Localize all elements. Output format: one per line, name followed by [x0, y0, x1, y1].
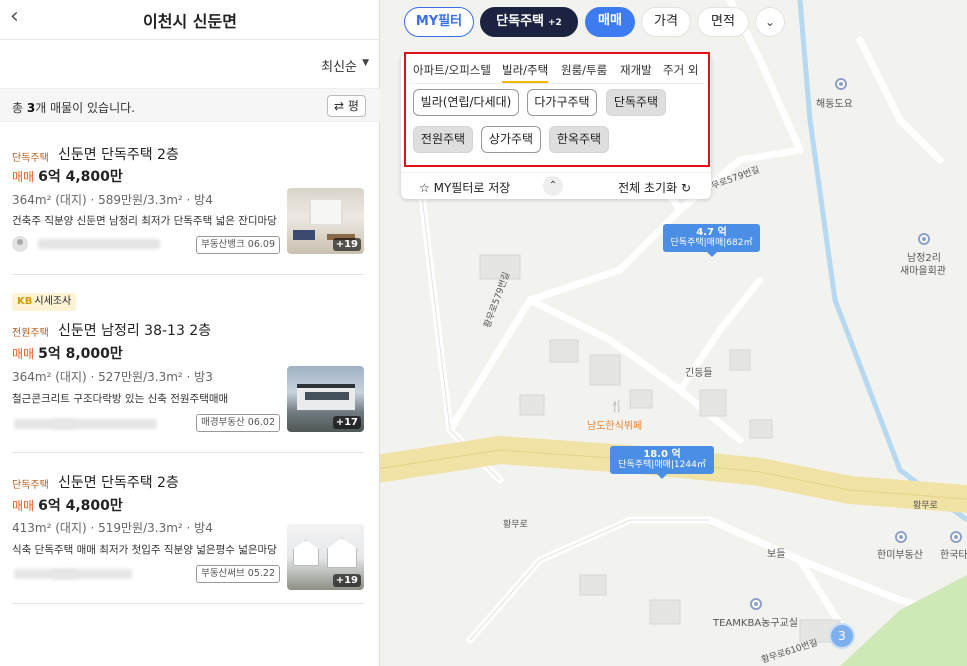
kb-badge: KB 시세조사 [12, 293, 77, 311]
reset-filters-button[interactable]: 전체 초기화 ↻ [618, 179, 691, 196]
tab-divider [409, 83, 705, 84]
poi-marker-icon[interactable] [950, 531, 962, 543]
map-label: 보들 [767, 549, 786, 560]
swap-icon: ⇄ [334, 99, 345, 113]
tab-non-residential[interactable]: 주거 외 [663, 62, 698, 78]
price-pin[interactable]: 4.7 억 단독주택|매매|682㎡ [663, 224, 760, 257]
listing-description: 건축주 직분양 신둔면 남정리 최저가 단독주택 넓은 잔디마당 [12, 215, 277, 227]
photo-count: +19 [332, 574, 361, 587]
tab-oneroom[interactable]: 원룸/투룸 [561, 62, 607, 78]
poi-marker-icon[interactable] [750, 598, 762, 610]
deal-type-chip[interactable]: 매매 [585, 7, 635, 37]
my-filter-button[interactable]: MY필터 [404, 7, 474, 37]
map-label: 황무로 [913, 501, 938, 511]
listing-price: 매매 5억 8,000만 [12, 346, 123, 362]
listing-spec: 364m² (대지) · 527만원/3.3m² · 방3 [12, 370, 213, 384]
page-title: 이천시 신둔면 [143, 12, 237, 31]
property-type-tag: 단독주택 [12, 480, 49, 491]
map-label: TEAMKBA농구교실 [713, 618, 798, 629]
map-label: 해동도요 [816, 99, 853, 110]
listing-card[interactable]: 단독주택 신둔면 단독주택 2층 매매 6억 4,800만 364m² (대지) … [12, 140, 367, 265]
agent-avatar [12, 236, 28, 252]
listing-price: 매매 6억 4,800만 [12, 169, 123, 185]
listing-count: 3 [26, 101, 36, 115]
option-country-house[interactable]: 전원주택 [413, 126, 473, 153]
cluster-marker[interactable]: 3 [829, 623, 855, 649]
property-type-tag: 단독주택 [12, 153, 49, 164]
restaurant-icon[interactable]: 🍴 [610, 400, 624, 413]
save-my-filter-button[interactable]: ☆ MY필터로 저장 [419, 179, 510, 196]
chevron-down-icon[interactable]: ⌄ [755, 7, 785, 37]
map-label: 새마을회관 [900, 266, 946, 277]
listing-photo[interactable]: +19 [287, 524, 364, 590]
listing-photo[interactable]: +19 [287, 188, 364, 254]
property-type-tag: 전원주택 [12, 328, 49, 339]
refresh-icon: ↻ [680, 181, 691, 195]
option-multi-family[interactable]: 다가구주택 [527, 89, 597, 116]
agent-badge: 매경부동산 06.02 [196, 414, 280, 432]
listing-price: 매매 6억 4,800만 [12, 498, 123, 514]
property-type-chip[interactable]: 단독주택 +2 [480, 7, 578, 37]
map-label: 긴등들 [685, 368, 713, 379]
photo-count: +19 [332, 238, 361, 251]
option-hanok[interactable]: 한옥주택 [549, 126, 609, 153]
map-label: 한미부동산 [877, 550, 923, 561]
poi-marker-icon[interactable] [918, 233, 930, 245]
listing-description: 철근콘크리트 구조다락방 있는 신축 전원주택매매 [12, 393, 229, 405]
map-label: 한국타 [940, 550, 967, 561]
listing-title[interactable]: 신둔면 단독주택 2층 [58, 144, 179, 164]
blurred-agent-name [38, 239, 160, 249]
listing-spec: 413m² (대지) · 519만원/3.3m² · 방4 [12, 521, 213, 535]
panel-header: ‹ 이천시 신둔면 [0, 0, 380, 40]
listing-title[interactable]: 신둔면 단독주택 2층 [58, 472, 179, 492]
property-type-panel: 아파트/오피스텔 빌라/주택 원룸/투룸 재개발 주거 외 빌라(연립/다세대)… [401, 54, 711, 199]
caret-down-icon[interactable]: ▼ [362, 58, 369, 68]
tab-villa-house[interactable]: 빌라/주택 [502, 62, 549, 83]
poi-marker-icon[interactable] [835, 78, 847, 90]
tab-apartment[interactable]: 아파트/오피스텔 [413, 62, 491, 78]
divider [12, 274, 364, 275]
map-label[interactable]: 남도한식뷔페 [587, 417, 642, 432]
chevron-up-icon[interactable]: ⌃ [543, 176, 563, 196]
blurred-agent-name [52, 419, 157, 429]
photo-count: +17 [332, 416, 361, 429]
unit-toggle-button[interactable]: ⇄ 평 [327, 95, 366, 117]
option-villa[interactable]: 빌라(연립/다세대) [413, 89, 519, 116]
area-filter-chip[interactable]: 면적 [697, 7, 749, 37]
listing-panel: ‹ 이천시 신둔면 최신순 ▼ 총 3개 매물이 있습니다. ⇄ 평 단독주택 … [0, 0, 380, 666]
listing-card[interactable]: KB 시세조사 전원주택 신둔면 남정리 38-13 2층 매매 5억 8,000만… [12, 293, 367, 443]
agent-badge: 부동산뱅크 06.09 [196, 236, 280, 254]
map-label: 황무로 [503, 520, 528, 530]
divider [12, 452, 364, 453]
listing-count-text: 총 3개 매물이 있습니다. [12, 101, 135, 115]
summary-bar: 총 3개 매물이 있습니다. ⇄ 평 [0, 88, 380, 122]
listing-photo[interactable]: +17 [287, 366, 364, 432]
listing-description: 식축 단독주택 매매 최저가 첫입주 직분양 넓은평수 넓은마당 [12, 544, 277, 556]
price-filter-chip[interactable]: 가격 [641, 7, 691, 37]
panel-footer: ☆ MY필터로 저장 ⌃ 전체 초기화 ↻ [401, 172, 711, 199]
listing-title[interactable]: 신둔면 남정리 38-13 2층 [58, 320, 211, 340]
listing-card[interactable]: 단독주택 신둔면 단독주택 2층 매매 6억 4,800만 413m² (대지) … [12, 471, 367, 596]
divider [12, 603, 364, 604]
price-pin[interactable]: 18.0 억 단독주택|매매|1244㎡ [610, 446, 714, 479]
option-commercial-house[interactable]: 상가주택 [481, 126, 541, 153]
agent-badge: 부동산써브 05.22 [196, 565, 280, 583]
tab-redevelopment[interactable]: 재개발 [620, 62, 652, 78]
star-icon: ☆ [419, 181, 430, 195]
listing-spec: 364m² (대지) · 589만원/3.3m² · 방4 [12, 193, 213, 207]
sort-dropdown[interactable]: 최신순 [321, 56, 357, 75]
option-detached[interactable]: 단독주택 [606, 89, 666, 116]
poi-marker-icon[interactable] [895, 531, 907, 543]
blurred-agent-name [52, 569, 132, 579]
